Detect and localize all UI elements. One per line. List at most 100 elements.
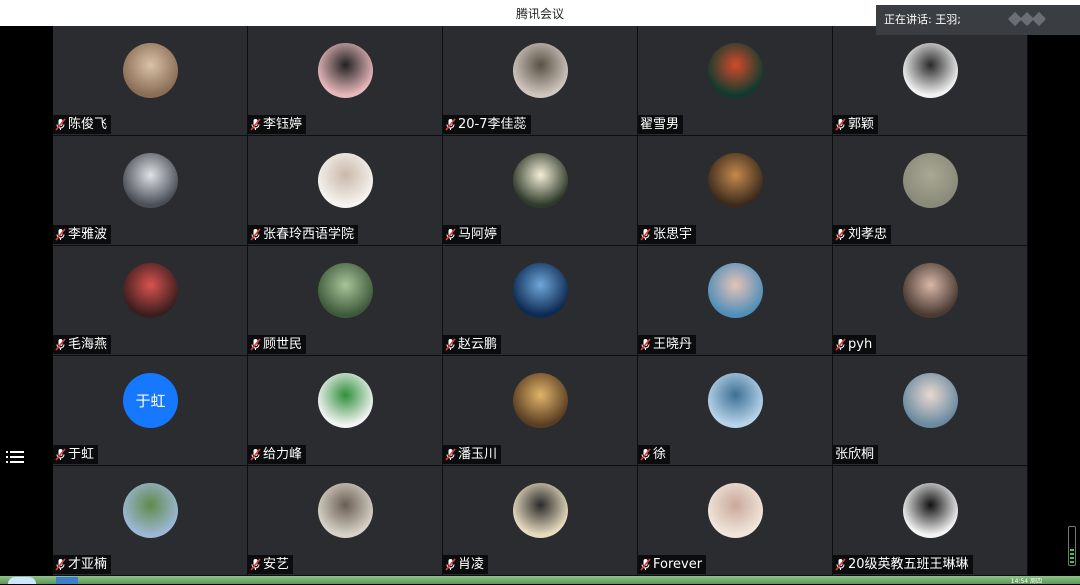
participant-nametag: 李雅波	[53, 225, 112, 244]
participant-nametag: Forever	[638, 555, 707, 574]
participant-tile[interactable]: 毛海燕	[53, 246, 248, 356]
mic-muted-icon	[250, 448, 261, 461]
participant-nametag: 给力峰	[248, 445, 307, 464]
participant-avatar	[513, 153, 568, 208]
participant-name: 顾世民	[263, 337, 303, 352]
participant-name: 毛海燕	[68, 337, 108, 352]
participant-avatar	[903, 373, 958, 428]
participant-nametag: pyh	[833, 335, 877, 354]
participant-name: 徐	[653, 447, 667, 462]
participant-nametag: 20级英教五班王琳琳	[833, 555, 973, 574]
participant-name: 于虹	[68, 447, 95, 462]
mic-muted-icon	[250, 118, 261, 131]
participant-name: 20-7李佳蕊	[458, 117, 527, 132]
mic-muted-icon	[835, 228, 846, 241]
participant-name: 陈俊飞	[68, 117, 108, 132]
participant-tile[interactable]: 顾世民	[248, 246, 443, 356]
participant-nametag: 翟雪男	[638, 115, 684, 134]
participant-nametag: 马阿婷	[443, 225, 502, 244]
mic-muted-icon	[835, 118, 846, 131]
participant-nametag: 20-7李佳蕊	[443, 115, 531, 134]
mic-muted-icon	[55, 118, 66, 131]
participant-tile[interactable]: 翟雪男	[638, 26, 833, 136]
mic-muted-icon	[835, 558, 846, 571]
participant-tile[interactable]: 徐	[638, 356, 833, 466]
participant-tile[interactable]: 马阿婷	[443, 136, 638, 246]
mic-muted-icon	[250, 338, 261, 351]
participant-tile[interactable]: 20-7李佳蕊	[443, 26, 638, 136]
participant-name: Forever	[653, 557, 703, 572]
participant-tile[interactable]: pyh	[833, 246, 1028, 356]
participant-avatar	[123, 263, 178, 318]
mic-muted-icon	[445, 228, 456, 241]
start-button[interactable]	[8, 577, 36, 584]
participant-tile[interactable]: 肖凌	[443, 466, 638, 576]
participant-tile[interactable]: 李钰婷	[248, 26, 443, 136]
participant-name: 肖凌	[458, 557, 485, 572]
participant-list-icon[interactable]	[6, 451, 24, 465]
participant-avatar	[318, 43, 373, 98]
participant-nametag: 于虹	[53, 445, 99, 464]
participant-avatar	[318, 153, 373, 208]
participant-tile[interactable]: 赵云鹏	[443, 246, 638, 356]
participant-tile[interactable]: 潘玉川	[443, 356, 638, 466]
participant-tile[interactable]: Forever	[638, 466, 833, 576]
participant-tile[interactable]: 刘孝忠	[833, 136, 1028, 246]
mic-muted-icon	[445, 338, 456, 351]
participant-name: 李钰婷	[263, 117, 303, 132]
participant-avatar	[513, 483, 568, 538]
active-speaker-text: 正在讲话: 王羽;	[884, 13, 961, 26]
participant-tile[interactable]: 安艺	[248, 466, 443, 576]
participant-name: 张思宇	[653, 227, 693, 242]
participant-name: 张欣桐	[835, 447, 875, 462]
participant-avatar	[318, 263, 373, 318]
mic-muted-icon	[445, 558, 456, 571]
participant-avatar	[708, 483, 763, 538]
participant-grid: 陈俊飞 李钰婷 20-7李佳蕊 翟雪男 郭颖李雅波 张春玲西语学院 马阿婷 张思宇 刘孝忠毛海燕…	[53, 26, 1028, 576]
taskbar-app-button[interactable]	[56, 577, 78, 584]
system-taskbar: 14:54 周四	[0, 576, 1080, 585]
participant-tile[interactable]: 给力峰	[248, 356, 443, 466]
participant-avatar	[708, 263, 763, 318]
participant-tile[interactable]: 于虹 于虹	[53, 356, 248, 466]
participant-avatar	[903, 263, 958, 318]
participant-name: 郭颖	[848, 117, 875, 132]
participant-nametag: 毛海燕	[53, 335, 112, 354]
participant-tile[interactable]: 王晓丹	[638, 246, 833, 356]
participant-name: 刘孝忠	[848, 227, 888, 242]
participant-nametag: 顾世民	[248, 335, 307, 354]
participant-tile[interactable]: 才亚楠	[53, 466, 248, 576]
participant-name: 潘玉川	[458, 447, 498, 462]
participant-tile[interactable]: 张春玲西语学院	[248, 136, 443, 246]
participant-tile[interactable]: 张欣桐	[833, 356, 1028, 466]
participant-name: 安艺	[263, 557, 290, 572]
video-stage: 陈俊飞 李钰婷 20-7李佳蕊 翟雪男 郭颖李雅波 张春玲西语学院 马阿婷 张思宇 刘孝忠毛海燕…	[0, 26, 1080, 576]
participant-tile[interactable]: 20级英教五班王琳琳	[833, 466, 1028, 576]
participant-nametag: 刘孝忠	[833, 225, 892, 244]
participant-tile[interactable]: 郭颖	[833, 26, 1028, 136]
participant-avatar	[708, 373, 763, 428]
participant-avatar	[513, 43, 568, 98]
participant-nametag: 王晓丹	[638, 335, 697, 354]
participant-avatar	[708, 43, 763, 98]
participant-name: 李雅波	[68, 227, 108, 242]
mic-muted-icon	[640, 338, 651, 351]
volume-level-icon	[1068, 526, 1076, 566]
participant-nametag: 李钰婷	[248, 115, 307, 134]
participant-nametag: 张欣桐	[833, 445, 879, 464]
participant-tile[interactable]: 张思宇	[638, 136, 833, 246]
participant-name: 马阿婷	[458, 227, 498, 242]
participant-avatar	[123, 483, 178, 538]
participant-tile[interactable]: 陈俊飞	[53, 26, 248, 136]
participant-tile[interactable]: 李雅波	[53, 136, 248, 246]
participant-name: 给力峰	[263, 447, 303, 462]
mic-muted-icon	[640, 558, 651, 571]
mic-muted-icon	[55, 448, 66, 461]
participant-avatar	[903, 153, 958, 208]
participant-avatar	[123, 153, 178, 208]
mic-muted-icon	[640, 448, 651, 461]
mic-muted-icon	[445, 448, 456, 461]
mic-muted-icon	[835, 338, 846, 351]
participant-nametag: 徐	[638, 445, 671, 464]
participant-avatar	[903, 483, 958, 538]
